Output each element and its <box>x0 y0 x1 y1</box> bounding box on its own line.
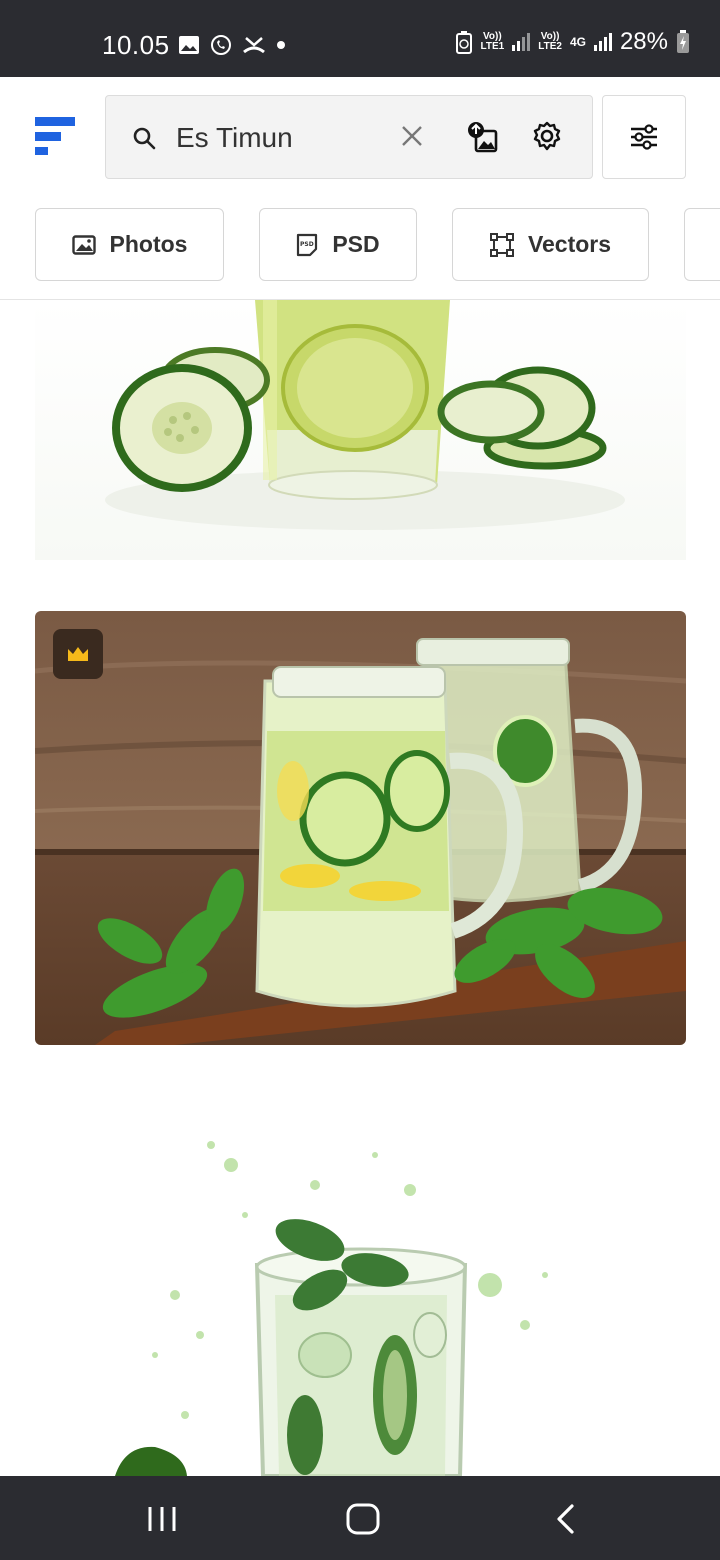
status-bar: 10.05 Vo)) LTE1 Vo)) LTE2 4G 28% <box>0 0 720 77</box>
notification-icons <box>178 34 286 56</box>
sim2-indicator: Vo)) LTE2 <box>538 31 562 52</box>
image-icon <box>71 234 96 255</box>
cucumber-glass-illustration <box>105 300 625 530</box>
filters-button[interactable] <box>602 95 686 179</box>
psd-file-icon: PSD <box>297 233 318 256</box>
search-icon <box>133 127 156 150</box>
watercolor-drink-illustration <box>115 1141 548 1476</box>
system-navigation-bar <box>0 1476 720 1560</box>
search-bar <box>105 95 593 179</box>
crown-icon <box>68 647 88 661</box>
sliders-icon <box>631 124 657 150</box>
filter-chip-photos[interactable]: Photos <box>35 208 224 281</box>
network-type: 4G <box>569 35 586 49</box>
filter-chip-psd[interactable]: PSD PSD <box>259 208 417 281</box>
home-icon[interactable] <box>346 1503 380 1535</box>
status-right: Vo)) LTE1 Vo)) LTE2 4G 28% <box>455 28 691 56</box>
whatsapp-notification-icon <box>211 35 231 55</box>
search-input[interactable] <box>176 116 386 160</box>
gallery-notification-icon <box>179 36 199 54</box>
recent-apps-icon[interactable] <box>146 1505 178 1533</box>
result-image-cucumber-jars[interactable] <box>35 611 686 1045</box>
clear-search-icon[interactable] <box>400 124 424 148</box>
battery-charging-icon <box>677 30 689 53</box>
svg-text:PSD: PSD <box>300 241 314 248</box>
dot-icon <box>277 41 285 49</box>
status-time: 10.05 <box>102 30 170 60</box>
data-saver-icon <box>455 31 472 54</box>
filter-chip-vectors[interactable]: Vectors <box>452 208 649 281</box>
app-header: Photos PSD PSD Vectors <box>0 77 720 300</box>
battery-percent: 28% <box>619 28 668 55</box>
sim2-signal-icon <box>593 33 612 51</box>
settings-gear-icon[interactable] <box>531 120 563 152</box>
filter-chip-label: Vectors <box>527 231 612 257</box>
filter-chip-label: PSD <box>332 231 380 257</box>
filter-chip-label: Photos <box>109 231 188 257</box>
result-image-cucumber-glass[interactable] <box>35 300 686 560</box>
sim1-indicator: Vo)) LTE1 <box>480 31 505 52</box>
freepik-logo-icon[interactable] <box>35 117 75 157</box>
image-search-icon[interactable] <box>466 120 500 154</box>
back-icon[interactable] <box>554 1504 576 1534</box>
result-image-watercolor-drink[interactable] <box>35 1095 686 1476</box>
cucumber-jars-illustration <box>35 611 686 1045</box>
vector-icon <box>489 232 514 257</box>
filter-chip-more[interactable] <box>684 208 720 281</box>
missed-call-icon <box>243 37 265 54</box>
sim1-signal-icon <box>512 33 531 51</box>
premium-badge <box>53 629 103 679</box>
